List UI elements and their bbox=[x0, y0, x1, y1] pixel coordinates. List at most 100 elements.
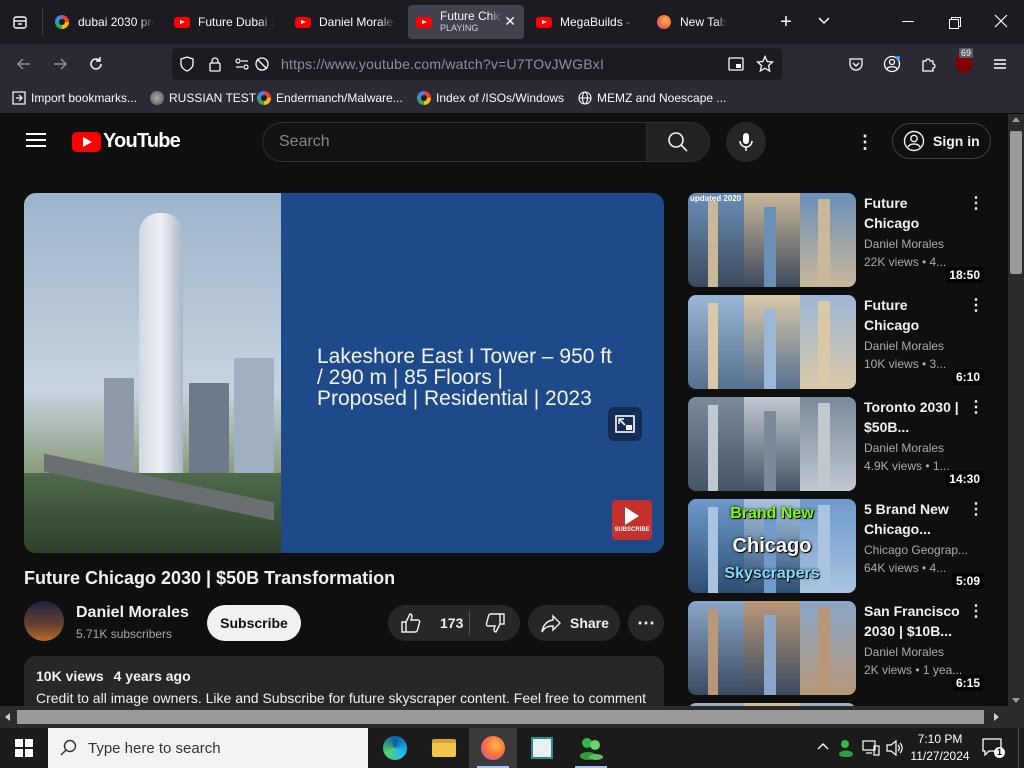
people-app-icon[interactable] bbox=[567, 728, 615, 768]
address-bar[interactable]: https://www.youtube.com/watch?v=U7TOvJWG… bbox=[172, 48, 782, 80]
tab-new-tab[interactable]: New Tab bbox=[648, 5, 764, 39]
horizontal-scrollbar-thumb[interactable] bbox=[17, 710, 984, 724]
tab-megabuilds[interactable]: MegaBuilds - Y bbox=[528, 5, 644, 39]
forward-arrow-icon[interactable] bbox=[48, 52, 72, 76]
tab-future-chicago[interactable]: Future Chic PLAYING ✕ bbox=[408, 5, 524, 39]
notifications-icon[interactable]: 1 bbox=[982, 738, 1005, 758]
like-button[interactable]: 173 bbox=[388, 605, 470, 641]
reload-icon[interactable] bbox=[84, 52, 108, 76]
scroll-left-arrow-icon[interactable] bbox=[5, 713, 10, 721]
lock-icon[interactable] bbox=[207, 56, 223, 77]
video-player[interactable]: Lakeshore East I Tower – 950 ft / 290 m … bbox=[24, 193, 664, 553]
description-box[interactable]: 10K views 4 years ago Credit to all imag… bbox=[24, 656, 664, 706]
bookmark-russian-test[interactable]: RUSSIAN TEST bbox=[150, 91, 256, 105]
url-text[interactable]: https://www.youtube.com/watch?v=U7TOvJWG… bbox=[281, 56, 604, 72]
bookmark-star-icon[interactable] bbox=[755, 54, 775, 78]
video-thumbnail[interactable] bbox=[688, 601, 856, 695]
show-desktop-strip[interactable] bbox=[1018, 728, 1024, 768]
more-vertical-icon[interactable]: ⋮ bbox=[968, 397, 984, 421]
more-vertical-icon[interactable]: ⋮ bbox=[968, 601, 984, 625]
more-vertical-icon[interactable]: ⋮ bbox=[968, 499, 984, 523]
recommended-video-title[interactable]: 5 Brand New Chicago... bbox=[864, 499, 964, 539]
share-button[interactable]: Share bbox=[528, 605, 620, 641]
chevron-down-icon[interactable] bbox=[816, 12, 836, 32]
channel-avatar[interactable] bbox=[24, 601, 64, 641]
extensions-icon[interactable] bbox=[916, 52, 940, 76]
voice-search-button[interactable] bbox=[726, 122, 766, 162]
show-hidden-icons-chevron-icon[interactable] bbox=[816, 740, 830, 754]
file-explorer-icon[interactable] bbox=[420, 728, 468, 768]
picture-in-picture-icon[interactable] bbox=[728, 56, 744, 77]
volume-icon[interactable] bbox=[886, 739, 904, 757]
recommended-channel[interactable]: Daniel Morales bbox=[864, 441, 976, 455]
sign-in-button[interactable]: Sign in bbox=[892, 123, 991, 159]
autoplay-blocked-icon[interactable] bbox=[254, 56, 270, 77]
scroll-down-arrow-icon[interactable] bbox=[1012, 698, 1020, 703]
youtube-logo[interactable]: YouTube bbox=[72, 130, 181, 153]
dislike-button[interactable] bbox=[470, 605, 520, 641]
scrollbar-thumb[interactable] bbox=[1010, 131, 1022, 274]
taskbar-search-box[interactable]: Type here to search bbox=[48, 728, 368, 768]
scroll-up-arrow-icon[interactable] bbox=[1012, 117, 1020, 122]
account-icon[interactable] bbox=[880, 52, 904, 76]
new-tab-plus-icon[interactable]: + bbox=[776, 10, 796, 34]
recommended-video-title[interactable]: Future Chicago2030 | $55B... bbox=[864, 295, 964, 335]
firefox-icon bbox=[656, 14, 672, 30]
recommended-channel[interactable]: Daniel Morales bbox=[864, 237, 976, 251]
subscribe-watermark[interactable]: SUBSCRIBE bbox=[612, 500, 652, 540]
search-input[interactable]: Search bbox=[262, 122, 646, 162]
notepad-app-icon[interactable] bbox=[518, 728, 566, 768]
tab-list-icon[interactable] bbox=[8, 11, 32, 33]
network-icon[interactable] bbox=[862, 740, 880, 756]
tab-future-dubai[interactable]: Future Dubai 2 bbox=[166, 5, 282, 39]
pocket-icon[interactable] bbox=[844, 52, 868, 76]
bookmark-index-isos[interactable]: Index of /ISOs/Windows bbox=[417, 91, 564, 105]
guide-menu-icon[interactable] bbox=[26, 132, 46, 148]
tab-dubai[interactable]: dubai 2030 pro bbox=[46, 5, 162, 39]
more-actions-button[interactable]: ⋯ bbox=[628, 605, 664, 641]
hamburger-menu-icon[interactable] bbox=[988, 52, 1012, 76]
close-window-icon[interactable] bbox=[994, 14, 1008, 28]
search-button[interactable] bbox=[646, 122, 710, 162]
recommended-channel[interactable]: Chicago Geograp... bbox=[864, 543, 976, 557]
more-vertical-icon[interactable]: ⋮ bbox=[968, 295, 984, 319]
horizontal-scrollbar[interactable] bbox=[0, 706, 1024, 728]
people-tray-icon[interactable] bbox=[838, 739, 856, 758]
minimize-icon[interactable] bbox=[902, 21, 914, 22]
bookmark-endermanch[interactable]: Endermanch/Malware... bbox=[257, 91, 403, 105]
recommended-video[interactable]: Brand New Chicago Skyscrapers 5:09 5 Brand N… bbox=[688, 499, 988, 593]
recommended-video[interactable]: 6:15 San Francisco 2030 | $10B... Daniel Mo… bbox=[688, 601, 988, 695]
clock[interactable]: 7:10 PM 11/27/2024 bbox=[906, 731, 974, 765]
video-thumbnail[interactable] bbox=[688, 295, 856, 389]
recommended-video-title[interactable]: Toronto 2030 | $50B... bbox=[864, 397, 964, 437]
recommended-video-title[interactable]: Future Chicago2030 | $60... bbox=[864, 193, 964, 233]
shield-icon[interactable] bbox=[179, 56, 195, 77]
tab-daniel-morales[interactable]: Daniel Morales bbox=[287, 5, 403, 39]
subscribe-button[interactable]: Subscribe bbox=[207, 605, 301, 641]
vertical-scrollbar[interactable] bbox=[1008, 114, 1024, 706]
bookmark-memz[interactable]: MEMZ and Noescape ... bbox=[578, 91, 726, 105]
ublock-extension-icon[interactable]: 69 bbox=[952, 48, 976, 76]
back-arrow-icon[interactable] bbox=[12, 52, 36, 76]
video-thumbnail[interactable] bbox=[688, 397, 856, 491]
channel-name[interactable]: Daniel Morales bbox=[76, 604, 189, 622]
settings-more-icon[interactable]: ⋮ bbox=[856, 132, 874, 152]
firefox-taskbar-icon[interactable] bbox=[469, 728, 517, 768]
more-vertical-icon[interactable]: ⋮ bbox=[968, 193, 984, 217]
recommended-video[interactable]: updated 2020 18:50 Future Chicago2030 | $6… bbox=[688, 193, 988, 287]
miniplayer-icon[interactable] bbox=[608, 407, 642, 441]
scroll-right-arrow-icon[interactable] bbox=[994, 713, 999, 721]
recommended-video[interactable]: 14:30 Toronto 2030 | $50B... Daniel Morales… bbox=[688, 397, 988, 491]
video-thumbnail[interactable]: updated 2020 bbox=[688, 193, 856, 287]
video-thumbnail[interactable]: Brand New Chicago Skyscrapers bbox=[688, 499, 856, 593]
recommended-channel[interactable]: Daniel Morales bbox=[864, 645, 976, 659]
bookmark-import[interactable]: Import bookmarks... bbox=[12, 91, 137, 105]
permissions-icon[interactable] bbox=[234, 56, 250, 77]
close-tab-icon[interactable]: ✕ bbox=[504, 13, 516, 30]
maximize-icon[interactable] bbox=[949, 16, 961, 29]
windows-start-icon[interactable] bbox=[0, 728, 48, 768]
recommended-video-title[interactable]: San Francisco 2030 | $10B... bbox=[864, 601, 964, 641]
edge-icon[interactable] bbox=[371, 728, 419, 768]
recommended-channel[interactable]: Daniel Morales bbox=[864, 339, 976, 353]
recommended-video[interactable]: 6:10 Future Chicago2030 | $55B... Daniel M… bbox=[688, 295, 988, 389]
